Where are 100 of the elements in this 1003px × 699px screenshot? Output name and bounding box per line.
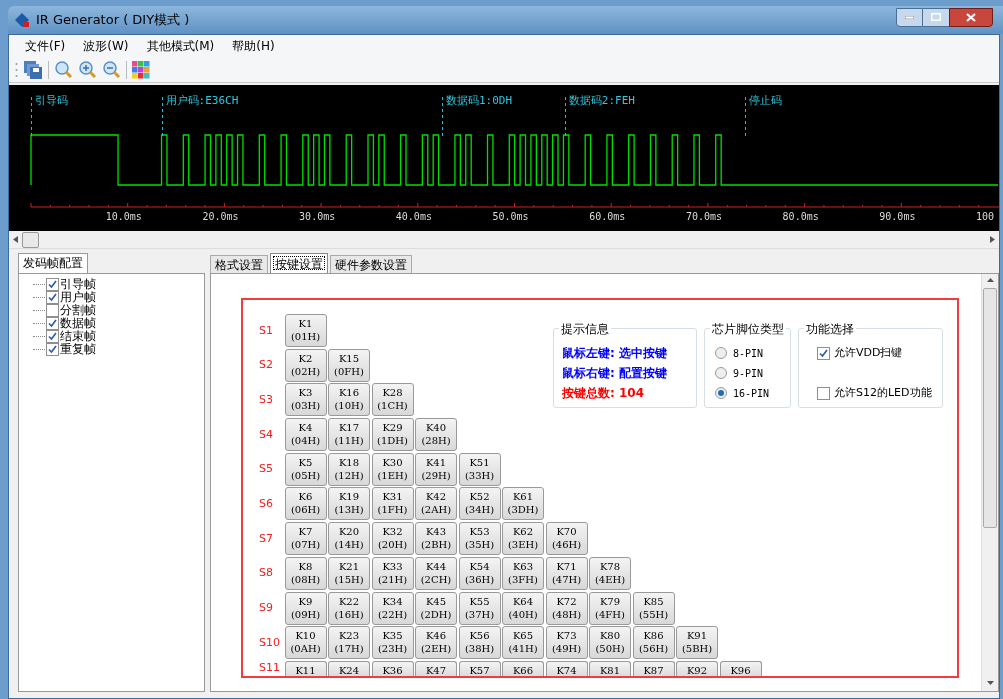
maximize-button[interactable] (923, 7, 949, 27)
key-button[interactable]: K43 (2BH) (415, 522, 457, 556)
key-button[interactable]: K2 (02H) (284, 348, 327, 382)
checkbox[interactable] (817, 386, 830, 400)
key-button[interactable]: K30 (1EH) (371, 452, 414, 486)
key-button[interactable]: K20 (14H) (328, 522, 370, 556)
key-button[interactable]: K86 (56H) (632, 626, 675, 660)
save-all-icon[interactable] (23, 59, 43, 80)
checkbox[interactable] (46, 278, 59, 291)
key-button[interactable]: K45 (2DH) (415, 591, 457, 625)
key-button[interactable]: K46 (2EH) (415, 626, 457, 660)
scroll-right-icon[interactable] (990, 236, 995, 243)
menu-item[interactable]: 波形(W) (77, 37, 135, 55)
scroll-up-icon[interactable] (986, 278, 994, 282)
horizontal-scrollbar[interactable] (9, 231, 999, 249)
key-button[interactable]: K8 (08H) (284, 556, 327, 590)
key-button[interactable]: K92 (676, 660, 718, 676)
key-button[interactable]: K57 (458, 660, 501, 676)
key-button[interactable]: K18 (12H) (328, 452, 370, 486)
key-button[interactable]: K91 (5BH) (676, 626, 718, 660)
key-button[interactable]: K3 (03H) (284, 383, 327, 417)
panel-tab[interactable]: 发码帧配置 (18, 253, 88, 273)
radio-button[interactable] (715, 347, 727, 359)
scroll-thumb[interactable] (22, 231, 39, 248)
key-button[interactable]: K23 (17H) (328, 626, 370, 660)
scroll-left-icon[interactable] (13, 236, 18, 243)
radio-label[interactable]: 9-PIN (733, 365, 764, 381)
key-button[interactable]: K4 (04H) (284, 418, 327, 452)
checkbox[interactable] (46, 317, 59, 330)
key-button[interactable]: K78 (4EH) (589, 556, 631, 590)
key-button[interactable]: K72 (48H) (545, 591, 588, 625)
radio-label[interactable]: 16-PIN (733, 385, 770, 401)
key-button[interactable]: K96 (719, 660, 762, 676)
key-button[interactable]: K17 (11H) (328, 418, 370, 452)
scroll-down-icon[interactable] (986, 681, 994, 685)
tree-item[interactable]: 结束帧 (60, 330, 96, 343)
radio-button[interactable] (715, 387, 727, 399)
zoom-out-icon[interactable] (102, 60, 121, 79)
key-button[interactable]: K52 (34H) (458, 487, 501, 521)
key-button[interactable]: K70 (46H) (545, 522, 588, 556)
menu-item[interactable]: 文件(F) (19, 37, 72, 55)
key-button[interactable]: K81 (589, 660, 631, 676)
key-button[interactable]: K5 (05H) (284, 452, 327, 486)
key-button[interactable]: K7 (07H) (284, 522, 327, 556)
key-button[interactable]: K29 (1DH) (371, 418, 414, 452)
key-button[interactable]: K73 (49H) (545, 626, 588, 660)
radio-label[interactable]: 8-PIN (733, 345, 764, 361)
radio-button[interactable] (715, 367, 727, 379)
tree-item[interactable]: 分割帧 (60, 304, 96, 317)
checkbox[interactable] (46, 291, 59, 304)
zoom-in-icon[interactable] (78, 60, 97, 79)
tab[interactable]: 格式设置 (210, 255, 268, 273)
vertical-scrollbar[interactable] (981, 274, 998, 691)
key-button[interactable]: K44 (2CH) (415, 556, 457, 590)
key-button[interactable]: K36 (371, 660, 414, 676)
key-button[interactable]: K21 (15H) (328, 556, 370, 590)
key-button[interactable]: K47 (415, 660, 457, 676)
key-button[interactable]: K35 (23H) (371, 626, 414, 660)
key-button[interactable]: K15 (0FH) (328, 348, 370, 382)
key-button[interactable]: K28 (1CH) (371, 383, 414, 417)
key-button[interactable]: K34 (22H) (371, 591, 414, 625)
zoom-icon[interactable] (54, 60, 73, 79)
key-button[interactable]: K85 (55H) (632, 591, 675, 625)
scroll-thumb[interactable] (983, 288, 997, 528)
menu-item[interactable]: 其他模式(M) (140, 37, 221, 55)
key-button[interactable]: K66 (502, 660, 544, 676)
checkbox[interactable] (817, 346, 830, 360)
checkbox-label[interactable]: 允许VDD扫键 (834, 344, 903, 362)
key-button[interactable]: K61 (3DH) (502, 487, 544, 521)
checkbox[interactable] (46, 330, 59, 343)
close-button[interactable] (949, 7, 993, 27)
key-button[interactable]: K80 (50H) (589, 626, 631, 660)
key-button[interactable]: K40 (28H) (415, 418, 457, 452)
key-button[interactable]: K10 (0AH) (284, 626, 327, 660)
key-button[interactable]: K87 (632, 660, 675, 676)
checkbox[interactable] (46, 304, 59, 317)
checkbox[interactable] (46, 343, 59, 356)
key-button[interactable]: K62 (3EH) (502, 522, 544, 556)
tree-item[interactable]: 数据帧 (60, 317, 96, 330)
key-button[interactable]: K41 (29H) (415, 452, 457, 486)
key-button[interactable]: K1 (01H) (284, 314, 327, 347)
key-button[interactable]: K22 (16H) (328, 591, 370, 625)
key-button[interactable]: K19 (13H) (328, 487, 370, 521)
tab[interactable]: 硬件参数设置 (330, 255, 412, 273)
key-button[interactable]: K32 (20H) (371, 522, 414, 556)
minimize-button[interactable] (896, 7, 923, 27)
tree-item[interactable]: 引导帧 (60, 278, 96, 291)
key-button[interactable]: K33 (21H) (371, 556, 414, 590)
key-button[interactable]: K6 (06H) (284, 487, 327, 521)
key-button[interactable]: K74 (545, 660, 588, 676)
key-button[interactable]: K63 (3FH) (502, 556, 544, 590)
key-button[interactable]: K53 (35H) (458, 522, 501, 556)
key-button[interactable]: K64 (40H) (502, 591, 544, 625)
menu-item[interactable]: 帮助(H) (226, 37, 281, 55)
color-palette-icon[interactable] (132, 60, 150, 79)
key-button[interactable]: K55 (37H) (458, 591, 501, 625)
tree-item[interactable]: 用户帧 (60, 291, 96, 304)
tab[interactable]: 按键设置 (270, 253, 328, 273)
key-button[interactable]: K54 (36H) (458, 556, 501, 590)
key-button[interactable]: K9 (09H) (284, 591, 327, 625)
